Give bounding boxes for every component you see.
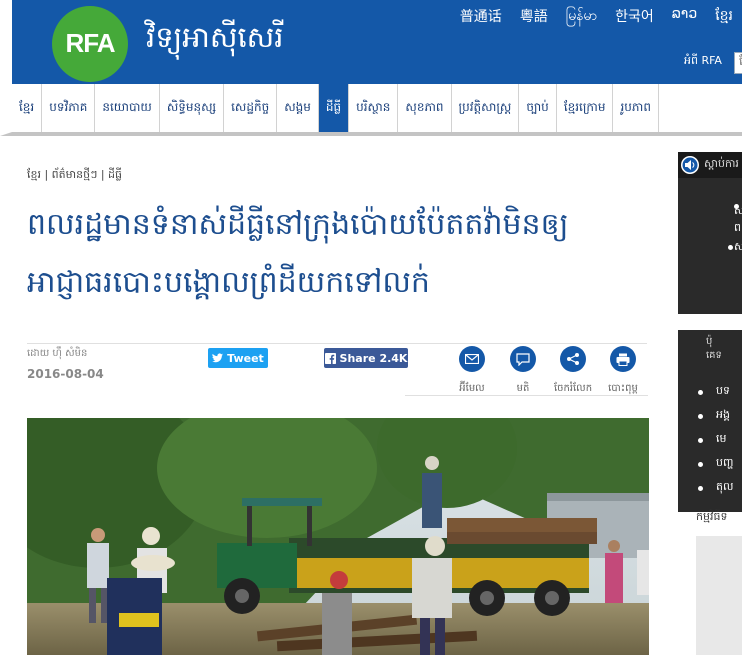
tweet-label: Tweet [227,351,264,365]
sidebar-link[interactable]: ស [734,204,742,220]
rfa-logo[interactable]: RFA [52,6,128,82]
sidebar-link[interactable]: បញ្ហ [716,456,733,472]
language-link[interactable]: ខ្មែរ [706,6,742,27]
about-link[interactable]: អំពី RFA [684,54,722,70]
listen-header[interactable]: ស្តាប់ការ [678,152,742,178]
bullet-icon [698,414,703,419]
title-line: ពលរដ្ឋមានទំនាស់ដីធ្លីនៅក្រុងប៉ោយប៉ែតតវ៉ា… [27,207,569,242]
bullet-icon [698,438,703,443]
tool-label: អ៊ីមែល [459,383,485,394]
related-box: ប៉ុ គេទ បទ អង្គ មេ បញ្ហ តុល [678,330,742,512]
comment-button[interactable] [510,346,536,372]
tool-label: បោះពុម្ព [608,383,638,394]
bullet-icon [698,462,703,467]
language-link[interactable]: ລາວ [663,6,707,27]
main-nav: ខ្មែរ បទវិភាគ នយោបាយ សិទ្ធិមនុស្ស សេដ្ឋក… [0,84,742,136]
title-line: អាជ្ញាធរបោះបង្គោលព្រំដីយកទៅលក់ [27,265,430,300]
facebook-icon [324,352,336,364]
listen-label: ស្តាប់ការ [704,157,739,170]
comment-icon [516,352,530,366]
nav-item[interactable]: សេដ្ឋកិច្ច [224,84,278,132]
nav-item[interactable]: រូបភាព [613,84,659,132]
facebook-share-button[interactable]: Share 2.4K [324,348,408,368]
nav-item[interactable]: បរិស្ថាន [349,84,399,132]
sidebar-link[interactable]: មេ [716,432,726,448]
nav-item-active[interactable]: ដីធ្លី [318,84,350,132]
sidebar-link[interactable]: តុល [716,480,733,496]
nav-item[interactable]: ខ្មែរ [12,84,43,132]
bullet-icon [698,486,703,491]
sidebar-link[interactable]: ព [734,221,741,237]
byline: ដោយ ហ៊ឹ សំមិន [27,348,88,359]
share-button[interactable] [560,346,586,372]
sidebar-link[interactable]: បទ [716,384,730,400]
nav-item[interactable]: បទវិភាគ [42,84,96,132]
share-label: Share 2.4K [339,351,408,365]
twitter-icon [212,353,224,363]
tweet-button[interactable]: Tweet [208,348,268,368]
nav-item[interactable]: សិទ្ធិមនុស្ស [160,84,225,132]
divider [405,395,648,396]
article-photo [27,418,649,655]
language-bar: 普通话 粵語 မြန်မာ 한국어 ລາວ ខ្មែរ [451,6,742,27]
speaker-icon [681,156,699,174]
site-header: RFA វិទ្យុអាស៊ីសេរី 普通话 粵語 မြန်မာ 한국어 ລາ… [0,0,742,84]
language-link[interactable]: 普通话 [451,6,511,27]
publish-date: 2016-08-04 [27,367,104,381]
breadcrumb[interactable]: ខ្មែរ | ព័ត៌មានថ្មីៗ | ដីធ្លី [27,168,122,184]
language-link[interactable]: 한국어 [606,6,663,27]
search-input[interactable]: ស្វែ [734,52,742,74]
sidebar-link[interactable]: ស [734,240,742,256]
nav-item[interactable]: ប្រវត្តិសាស្ត្រ [452,84,520,132]
print-icon [616,353,630,366]
program-box [696,536,742,655]
divider [27,343,647,344]
tool-label: មតិ [516,383,530,394]
language-link[interactable]: 粵語 [511,6,557,27]
language-link[interactable]: မြန်မာ [557,6,606,27]
article-title: ពលរដ្ឋមានទំនាស់ដីធ្លីនៅក្រុងប៉ោយប៉ែតតវ៉ា… [27,196,642,312]
sidebar-link[interactable]: អង្គ [716,408,730,424]
nav-item[interactable]: សង្គម [277,84,319,132]
logo-text: RFA [65,28,116,58]
bullet-icon [698,390,703,395]
email-icon [465,354,479,364]
share-icon [567,353,579,365]
site-name[interactable]: វិទ្យុអាស៊ីសេរី [146,20,284,62]
bullet-icon [728,245,733,250]
nav-item[interactable]: សុខភាព [398,84,452,132]
nav-item[interactable]: ច្បាប់ [519,84,557,132]
tool-label: ចែករំលែក [553,383,593,394]
nav-item[interactable]: នយោបាយ [95,84,160,132]
email-button[interactable] [459,346,485,372]
listen-box: ស្តាប់ការ ស ព ស [678,152,742,314]
program-label: កម្មវិធីទ [696,510,728,523]
box-header: ប៉ុ [706,336,713,347]
box-header: គេទ [706,350,722,361]
nav-item[interactable]: ខ្មែរក្រោម [557,84,614,132]
print-button[interactable] [610,346,636,372]
